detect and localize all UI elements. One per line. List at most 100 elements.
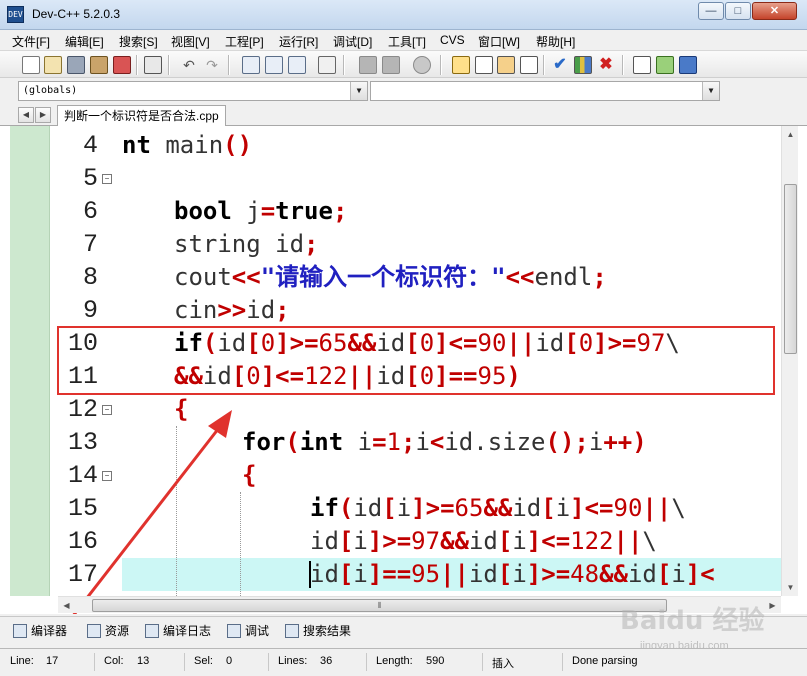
search-results-icon [285, 624, 299, 638]
toolbar: ↶ ↷ ✔ ✖ [0, 50, 807, 78]
tab-compile-log[interactable]: 编译日志 [140, 620, 216, 640]
compiler-icon [13, 624, 27, 638]
tab-source-file[interactable]: 判断一个标识符是否合法.cpp [57, 105, 226, 127]
code-editor[interactable]: 4 5− 6 7 8 9 10 11 12− 13 14− 15 16 17 n… [0, 126, 807, 614]
status-length-value: 590 [426, 655, 445, 667]
print-icon[interactable] [144, 56, 162, 74]
toolbar-separator [543, 55, 545, 75]
maximize-button[interactable]: □ [725, 2, 751, 20]
status-separator [482, 653, 483, 671]
delete-icon[interactable]: ✖ [597, 56, 615, 74]
scroll-down-icon[interactable]: ▼ [782, 579, 799, 596]
menu-help[interactable]: 帮助[H] [536, 33, 575, 50]
combo-row: (globals) ▼ ▼ [0, 78, 807, 104]
new-file-icon[interactable] [22, 56, 40, 74]
window-title: Dev-C++ 5.2.0.3 [32, 7, 121, 21]
status-separator [268, 653, 269, 671]
menu-view[interactable]: 视图[V] [171, 33, 210, 50]
find-icon[interactable] [242, 56, 260, 74]
chart-icon[interactable] [574, 56, 592, 74]
toolbar-separator [168, 55, 170, 75]
class-browser-icon[interactable] [497, 56, 515, 74]
tab-compiler[interactable]: 编译器 [8, 620, 72, 640]
redo-icon[interactable]: ↷ [203, 56, 221, 74]
menu-cvs[interactable]: CVS [440, 33, 465, 47]
resources-icon [87, 624, 101, 638]
toolbar-separator [343, 55, 345, 75]
tab-debug[interactable]: 调试 [222, 620, 274, 640]
status-bar: Line: 17 Col: 13 Sel: 0 Lines: 36 Length… [0, 648, 807, 676]
menu-run[interactable]: 运行[R] [279, 33, 318, 50]
status-col-label: Col: [104, 655, 124, 667]
remove-file-icon[interactable] [679, 56, 697, 74]
add-file-icon[interactable] [656, 56, 674, 74]
menu-project[interactable]: 工程[P] [225, 33, 264, 50]
status-parse-state: Done parsing [572, 655, 638, 667]
toolbar-separator [440, 55, 442, 75]
menu-debug[interactable]: 调试[D] [333, 33, 372, 50]
close-file-icon[interactable] [113, 56, 131, 74]
menu-search[interactable]: 搜索[S] [119, 33, 158, 50]
status-sel-value: 0 [226, 655, 233, 667]
grid-icon[interactable] [520, 56, 538, 74]
status-sel-label: Sel: [194, 655, 213, 667]
menu-tools[interactable]: 工具[T] [388, 33, 426, 50]
save-icon[interactable] [67, 56, 85, 74]
tab-resources[interactable]: 资源 [82, 620, 134, 640]
horizontal-scroll-thumb[interactable]: ⦀ [92, 599, 667, 612]
goto-line-icon[interactable] [318, 56, 336, 74]
tab-scroll-left-icon[interactable]: ◀ [18, 107, 34, 123]
scroll-right-icon[interactable]: ▶ [764, 597, 781, 614]
function-select[interactable]: ▼ [370, 81, 720, 101]
scroll-left-icon[interactable]: ◀ [58, 597, 75, 614]
status-separator [562, 653, 563, 671]
status-lines-value: 36 [320, 655, 333, 667]
compile-log-icon [145, 624, 159, 638]
status-separator [184, 653, 185, 671]
file-tab-row: ◀ ▶ 判断一个标识符是否合法.cpp [0, 104, 807, 127]
title-bar: DEV Dev-C++ 5.2.0.3 — □ ✕ [0, 0, 807, 30]
status-length-label: Length: [376, 655, 413, 667]
status-col-value: 13 [137, 655, 150, 667]
menu-bar: 文件[F] 编辑[E] 搜索[S] 视图[V] 工程[P] 运行[R] 调试[D… [0, 30, 807, 50]
close-button[interactable]: ✕ [752, 2, 797, 20]
status-line-value: 17 [46, 655, 59, 667]
status-line-label: Line: [10, 655, 34, 667]
project-window-icon[interactable] [475, 56, 493, 74]
indent-left-icon[interactable] [359, 56, 377, 74]
undo-icon[interactable]: ↶ [180, 56, 198, 74]
tab-scroll-right-icon[interactable]: ▶ [35, 107, 51, 123]
status-separator [94, 653, 95, 671]
toolbar-separator [622, 55, 624, 75]
save-all-icon[interactable] [90, 56, 108, 74]
status-separator [366, 653, 367, 671]
chevron-down-icon: ▼ [350, 82, 367, 100]
find-replace-icon[interactable] [265, 56, 283, 74]
new-project-icon[interactable] [452, 56, 470, 74]
scope-select-value: (globals) [23, 85, 78, 96]
open-file-icon[interactable] [44, 56, 62, 74]
menu-edit[interactable]: 编辑[E] [65, 33, 104, 50]
debug-icon [227, 624, 241, 638]
indent-right-icon[interactable] [382, 56, 400, 74]
chevron-down-icon: ▼ [702, 82, 719, 100]
scope-select[interactable]: (globals) ▼ [18, 81, 368, 101]
menu-window[interactable]: 窗口[W] [478, 33, 520, 50]
vertical-scroll-thumb[interactable] [784, 184, 797, 354]
status-insert-mode: 插入 [492, 658, 514, 670]
minimize-button[interactable]: — [698, 2, 724, 20]
compile-icon[interactable]: ✔ [551, 56, 569, 74]
status-lines-label: Lines: [278, 655, 308, 667]
toolbar-separator [228, 55, 230, 75]
find-next-icon[interactable] [288, 56, 306, 74]
app-icon: DEV [7, 6, 24, 23]
menu-file[interactable]: 文件[F] [12, 33, 50, 50]
tab-search-results[interactable]: 搜索结果 [280, 620, 356, 640]
watermark-logo: Baidu 经验 [620, 606, 765, 636]
exit-icon[interactable] [633, 56, 651, 74]
scroll-up-icon[interactable]: ▲ [782, 126, 799, 143]
annotation-arrow [72, 410, 232, 614]
toolbar-separator [136, 55, 138, 75]
vertical-scrollbar[interactable]: ▲ ▼ [781, 126, 798, 596]
toggle-comment-icon[interactable] [413, 56, 431, 74]
